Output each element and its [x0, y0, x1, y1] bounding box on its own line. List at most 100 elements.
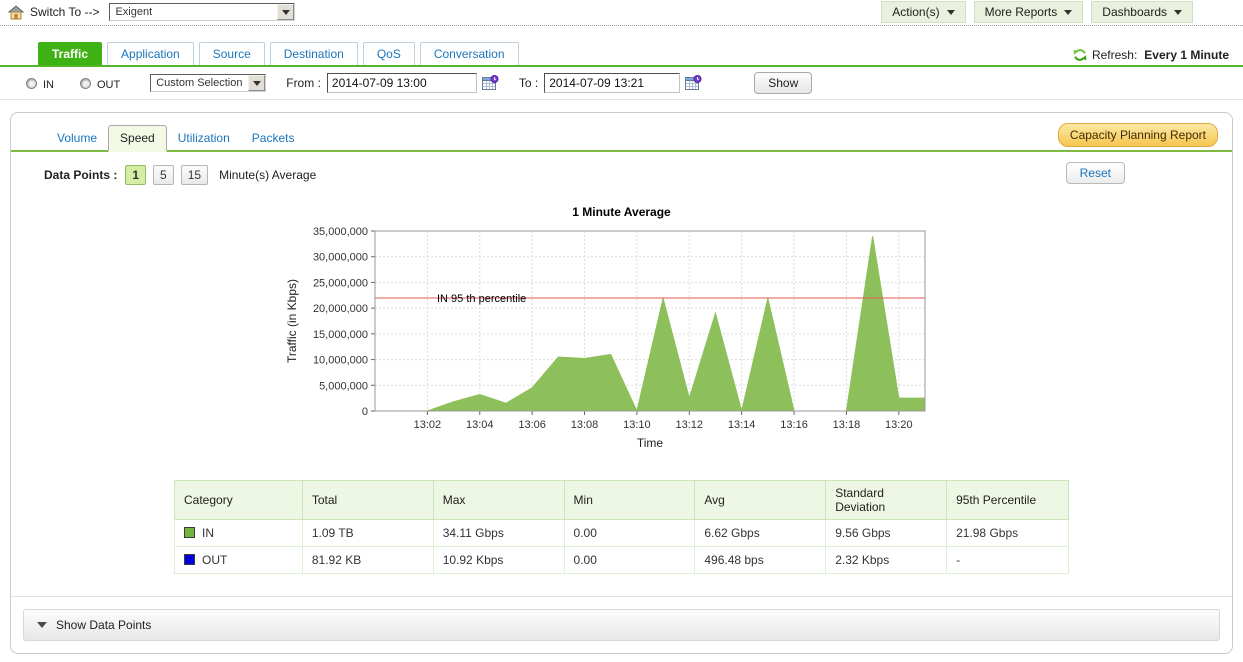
svg-text:13:18: 13:18 [832, 419, 860, 431]
table-row-out: OUT 81.92 KB 10.92 Kbps 0.00 496.48 bps … [175, 547, 1069, 574]
tab-source[interactable]: Source [199, 42, 265, 65]
panel-bottom-section: Show Data Points [11, 596, 1232, 653]
in-series-swatch [184, 527, 195, 538]
in-std-deviation: 9.56 Gbps [826, 520, 947, 547]
svg-text:Traffic (in Kbps): Traffic (in Kbps) [285, 279, 299, 363]
data-points-label: Data Points : [44, 168, 117, 182]
refresh-icon[interactable] [1073, 48, 1087, 62]
in-max: 34.11 Gbps [433, 520, 564, 547]
svg-text:13:20: 13:20 [885, 419, 913, 431]
svg-text:IN 95 th percentile: IN 95 th percentile [437, 293, 526, 305]
stats-header-row: Category Total Max Min Avg Standard Devi… [175, 481, 1069, 520]
report-panel: Volume Speed Utilization Packets Capacit… [10, 112, 1233, 654]
minutes-average-label: Minute(s) Average [219, 168, 316, 182]
svg-text:20,000,000: 20,000,000 [312, 303, 367, 315]
out-std-deviation: 2.32 Kbps [826, 547, 947, 574]
from-label: From : [286, 76, 321, 90]
svg-text:25,000,000: 25,000,000 [312, 277, 367, 289]
subtab-utilization[interactable]: Utilization [167, 126, 241, 150]
show-button[interactable]: Show [754, 72, 812, 94]
svg-text:13:12: 13:12 [675, 419, 703, 431]
show-data-points-label: Show Data Points [56, 618, 151, 632]
svg-text:5,000,000: 5,000,000 [319, 380, 368, 392]
tab-conversation[interactable]: Conversation [420, 42, 519, 65]
svg-text:13:04: 13:04 [465, 419, 493, 431]
reset-button[interactable]: Reset [1066, 162, 1125, 184]
tab-traffic[interactable]: Traffic [38, 42, 102, 65]
actions-menu-button[interactable]: Action(s) [881, 1, 965, 23]
tab-application[interactable]: Application [107, 42, 194, 65]
expand-triangle-icon [37, 622, 47, 628]
capacity-planning-report-button[interactable]: Capacity Planning Report [1058, 123, 1218, 147]
row-category-label: OUT [202, 553, 227, 567]
in-total: 1.09 TB [302, 520, 433, 547]
refresh-label: Refresh: [1092, 48, 1137, 62]
refresh-value: Every 1 Minute [1144, 48, 1229, 62]
data-points-5-button[interactable]: 5 [153, 165, 174, 185]
top-toolbar: Switch To --> Exigent Action(s) More Rep… [0, 0, 1243, 24]
sub-tab-bar: Volume Speed Utilization Packets Capacit… [11, 113, 1232, 152]
chart-title: 1 Minute Average [11, 205, 1232, 219]
subtab-volume[interactable]: Volume [46, 126, 108, 150]
svg-text:13:02: 13:02 [413, 419, 441, 431]
data-points-1-button[interactable]: 1 [125, 165, 146, 185]
in-radio[interactable] [26, 78, 37, 89]
col-95th-percentile: 95th Percentile [947, 481, 1069, 520]
svg-text:Time: Time [636, 436, 663, 450]
out-total: 81.92 KB [302, 547, 433, 574]
main-tab-bar: Traffic Application Source Destination Q… [0, 42, 1243, 65]
svg-text:30,000,000: 30,000,000 [312, 252, 367, 264]
subtab-speed[interactable]: Speed [108, 125, 167, 152]
tab-destination[interactable]: Destination [270, 42, 358, 65]
dashboards-menu-button[interactable]: Dashboards [1091, 1, 1193, 23]
out-radio-label: OUT [97, 79, 120, 91]
home-icon[interactable] [8, 5, 24, 20]
filter-bar: IN OUT Custom Selection From : To : Show [0, 67, 1243, 100]
dotted-separator [0, 25, 1243, 26]
traffic-area-chart: 0 5,000,000 10,000,000 15,000,000 20,000,000… [282, 221, 962, 453]
more-reports-menu-button[interactable]: More Reports [974, 1, 1084, 23]
col-std-deviation: Standard Deviation [826, 481, 947, 520]
from-date-input[interactable] [327, 73, 477, 93]
show-data-points-toggle[interactable]: Show Data Points [23, 609, 1220, 641]
out-95th-percentile: - [947, 547, 1069, 574]
time-range-select[interactable]: Custom Selection [150, 74, 266, 92]
to-label: To : [519, 76, 538, 90]
from-calendar-icon[interactable] [482, 75, 499, 91]
device-select-value: Exigent [110, 6, 277, 18]
svg-text:15,000,000: 15,000,000 [312, 329, 367, 341]
data-points-15-button[interactable]: 15 [181, 165, 208, 185]
chart-section: 1 Minute Average 0 5,000,000 10,000,000 15,… [11, 205, 1232, 456]
switch-to-label: Switch To --> [30, 5, 99, 19]
out-radio[interactable] [80, 78, 91, 89]
refresh-status: Refresh: Every 1 Minute [1073, 48, 1229, 65]
out-avg: 496.48 bps [695, 547, 826, 574]
tab-qos[interactable]: QoS [363, 42, 415, 65]
in-min: 0.00 [564, 520, 695, 547]
svg-text:35,000,000: 35,000,000 [312, 226, 367, 238]
out-min: 0.00 [564, 547, 695, 574]
chevron-down-icon [277, 4, 294, 20]
svg-text:13:10: 13:10 [623, 419, 651, 431]
svg-text:13:06: 13:06 [518, 419, 546, 431]
to-date-input[interactable] [544, 73, 680, 93]
chevron-down-icon [248, 75, 265, 91]
toolbar-menus: Action(s) More Reports Dashboards [881, 1, 1235, 23]
chevron-down-icon [1064, 10, 1072, 15]
svg-text:10,000,000: 10,000,000 [312, 355, 367, 367]
data-points-row: Data Points : 1 5 15 Minute(s) Average R… [11, 152, 1232, 185]
subtab-packets[interactable]: Packets [241, 126, 306, 150]
traffic-stats-table: Category Total Max Min Avg Standard Devi… [174, 480, 1069, 574]
to-calendar-icon[interactable] [685, 75, 702, 91]
device-select[interactable]: Exigent [109, 3, 295, 21]
in-avg: 6.62 Gbps [695, 520, 826, 547]
in-95th-percentile: 21.98 Gbps [947, 520, 1069, 547]
col-avg: Avg [695, 481, 826, 520]
col-min: Min [564, 481, 695, 520]
out-series-swatch [184, 554, 195, 565]
svg-text:13:14: 13:14 [727, 419, 755, 431]
svg-text:0: 0 [361, 406, 367, 418]
col-category: Category [175, 481, 303, 520]
chevron-down-icon [1174, 10, 1182, 15]
out-max: 10.92 Kbps [433, 547, 564, 574]
